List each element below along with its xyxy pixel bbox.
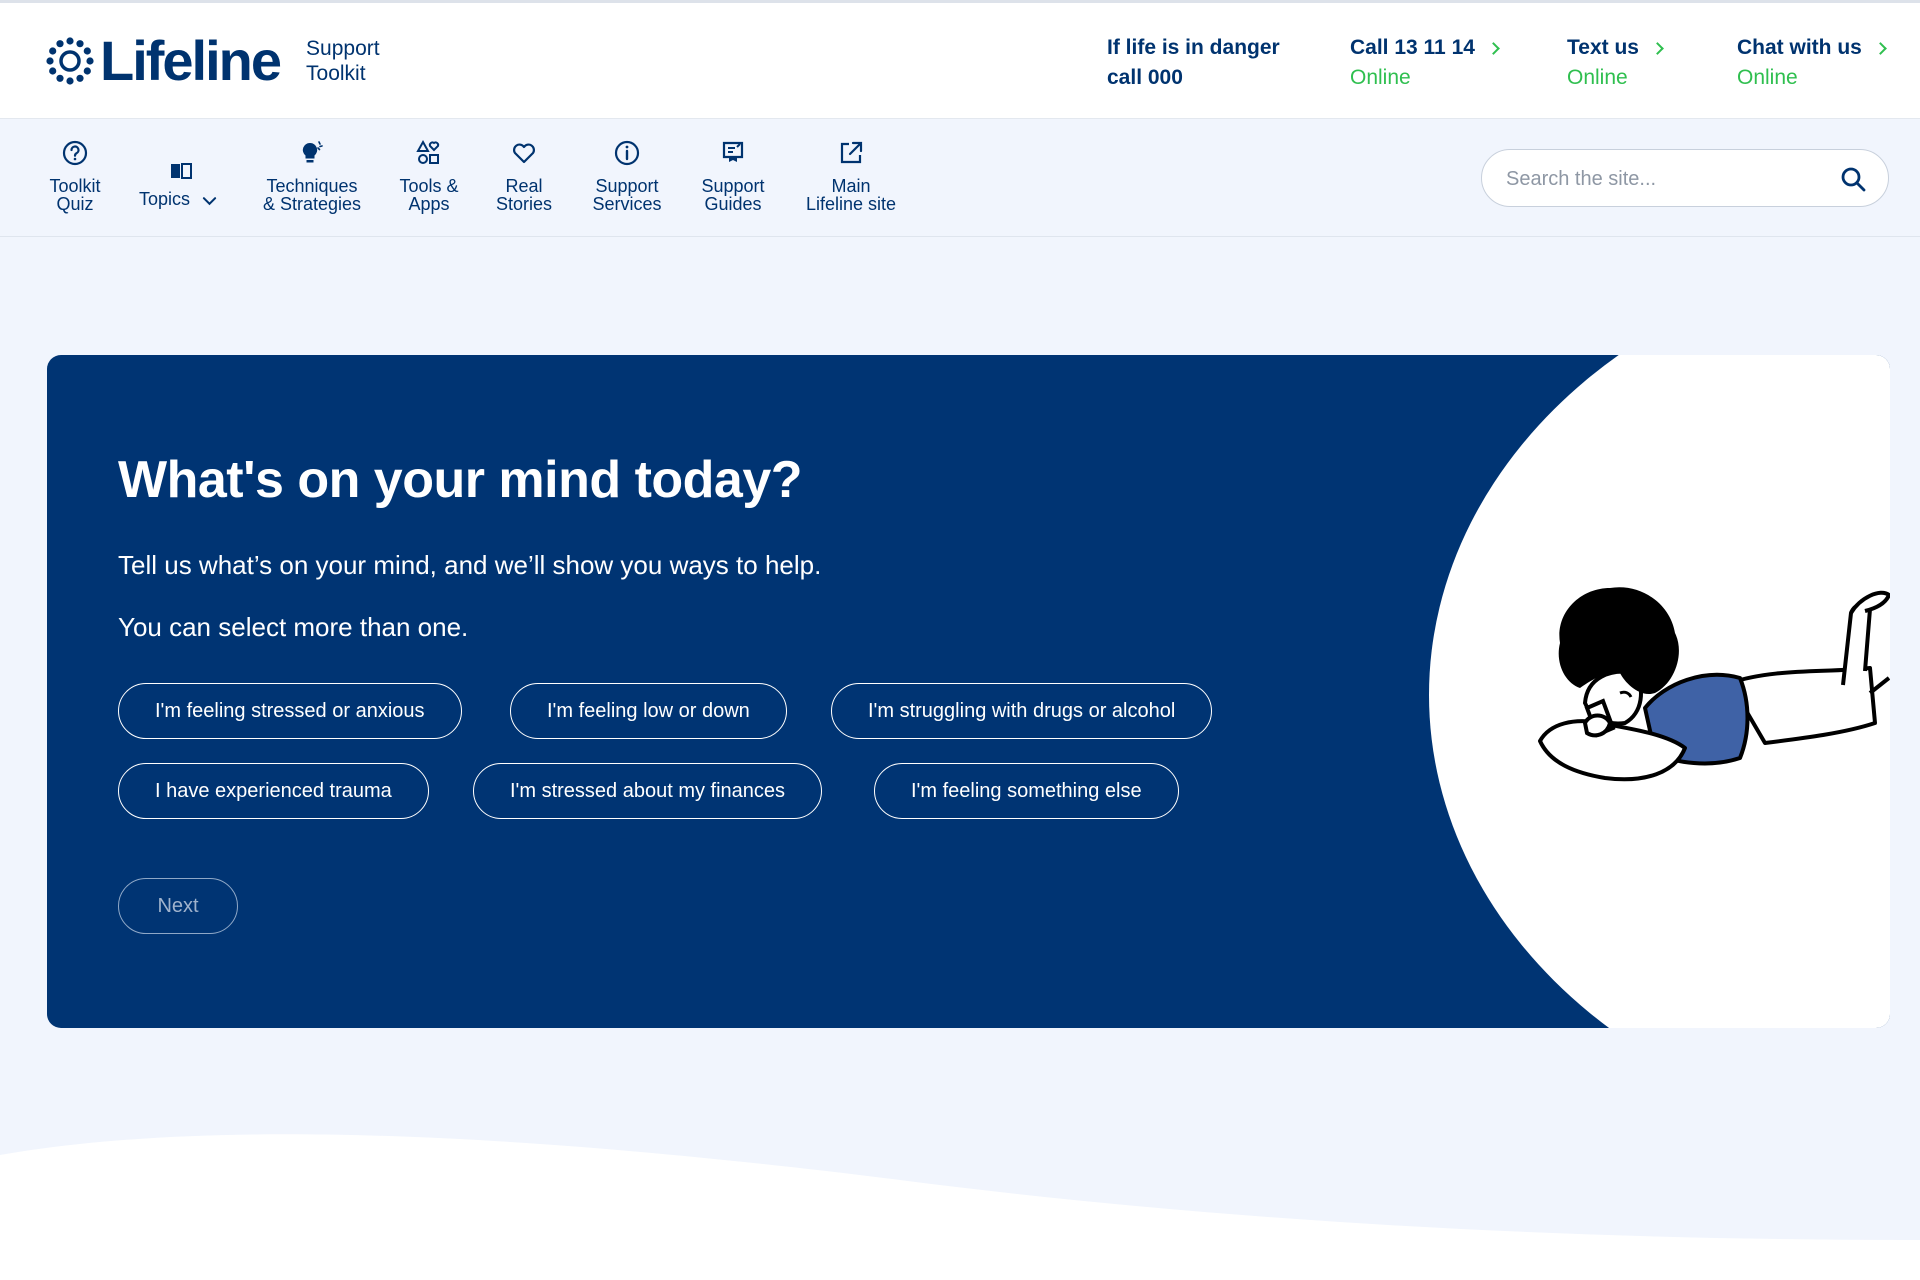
nav-techniques[interactable]: Techniques & Strategies <box>259 139 365 213</box>
nav-label: Real Stories <box>495 176 553 214</box>
heart-icon <box>513 143 535 164</box>
nav-tools-apps[interactable]: Tools & Apps <box>397 139 461 213</box>
info-circle-icon <box>614 140 640 166</box>
option-trauma[interactable]: I have experienced trauma <box>118 763 429 819</box>
call-link[interactable]: Call 13 11 14 Online <box>1350 33 1500 93</box>
mind-quiz-card: What's on your mind today? Tell us what’… <box>47 355 1890 1028</box>
site-header: Lifeline Support Toolkit If life is in d… <box>0 3 1920 119</box>
book-icon <box>171 163 192 179</box>
nav-topics[interactable]: Topics <box>139 159 217 210</box>
chevron-right-icon <box>1651 41 1664 55</box>
bottom-wave <box>0 1134 1920 1280</box>
text-status: Online <box>1567 66 1628 89</box>
nav-label: Tools & Apps <box>399 176 459 214</box>
option-something-else[interactable]: I'm feeling something else <box>874 763 1179 819</box>
lifeline-logo[interactable]: Lifeline Support Toolkit <box>46 31 380 91</box>
danger-line-1: If life is in danger <box>1107 36 1280 59</box>
text-link[interactable]: Text us Online <box>1567 33 1664 93</box>
site-search <box>1481 149 1889 207</box>
person-on-phone-illustration <box>1538 587 1890 782</box>
option-low-down[interactable]: I'm feeling low or down <box>510 683 787 739</box>
guide-icon <box>722 141 744 162</box>
nav-label: Toolkit Quiz <box>49 176 101 214</box>
search-icon[interactable] <box>1840 166 1866 192</box>
next-button[interactable]: Next <box>118 878 238 934</box>
chevron-right-icon <box>1873 41 1887 55</box>
hero-title: What's on your mind today? <box>118 451 803 509</box>
brand-wordmark: Lifeline <box>100 29 282 92</box>
nav-label: Main Lifeline site <box>805 176 897 214</box>
external-link-icon <box>840 141 863 164</box>
nav-support-services[interactable]: Support Services <box>588 139 666 213</box>
option-drugs-alcohol[interactable]: I'm struggling with drugs or alcohol <box>831 683 1213 739</box>
chat-link[interactable]: Chat with us Online <box>1737 33 1887 93</box>
option-finances[interactable]: I'm stressed about my finances <box>473 763 823 819</box>
text-label: Text us <box>1567 36 1639 59</box>
hero-hint: You can select more than one. <box>118 612 469 642</box>
question-circle-icon <box>62 140 88 166</box>
nav-label: Support Services <box>592 176 662 214</box>
nav-label: Topics <box>139 189 191 209</box>
shapes-icon <box>416 139 440 164</box>
nav-label: Techniques & Strategies <box>262 176 362 214</box>
call-label: Call 13 11 14 <box>1350 36 1475 59</box>
brand-subtitle: Support Toolkit <box>306 37 380 85</box>
danger-notice: If life is in danger call 000 <box>1107 33 1280 93</box>
chat-status: Online <box>1737 66 1798 89</box>
search-input[interactable] <box>1506 164 1826 194</box>
lifeline-mark-icon <box>46 37 94 85</box>
nav-support-guides[interactable]: Support Guides <box>697 139 769 213</box>
nav-label: Support Guides <box>701 176 765 214</box>
nav-real-stories[interactable]: Real Stories <box>493 139 555 213</box>
option-stressed-anxious[interactable]: I'm feeling stressed or anxious <box>118 683 462 739</box>
nav-main-lifeline-site[interactable]: Main Lifeline site <box>800 139 902 213</box>
danger-line-2: call 000 <box>1107 66 1183 89</box>
main-nav: Toolkit Quiz Topics Techniques & Strateg… <box>0 119 1920 237</box>
call-status: Online <box>1350 66 1411 89</box>
chevron-right-icon <box>1487 41 1500 55</box>
nav-toolkit-quiz[interactable]: Toolkit Quiz <box>46 139 104 213</box>
chat-label: Chat with us <box>1737 36 1862 59</box>
chevron-down-icon <box>202 197 217 206</box>
lightbulb-icon <box>302 141 323 163</box>
hero-intro: Tell us what’s on your mind, and we’ll s… <box>118 550 822 580</box>
